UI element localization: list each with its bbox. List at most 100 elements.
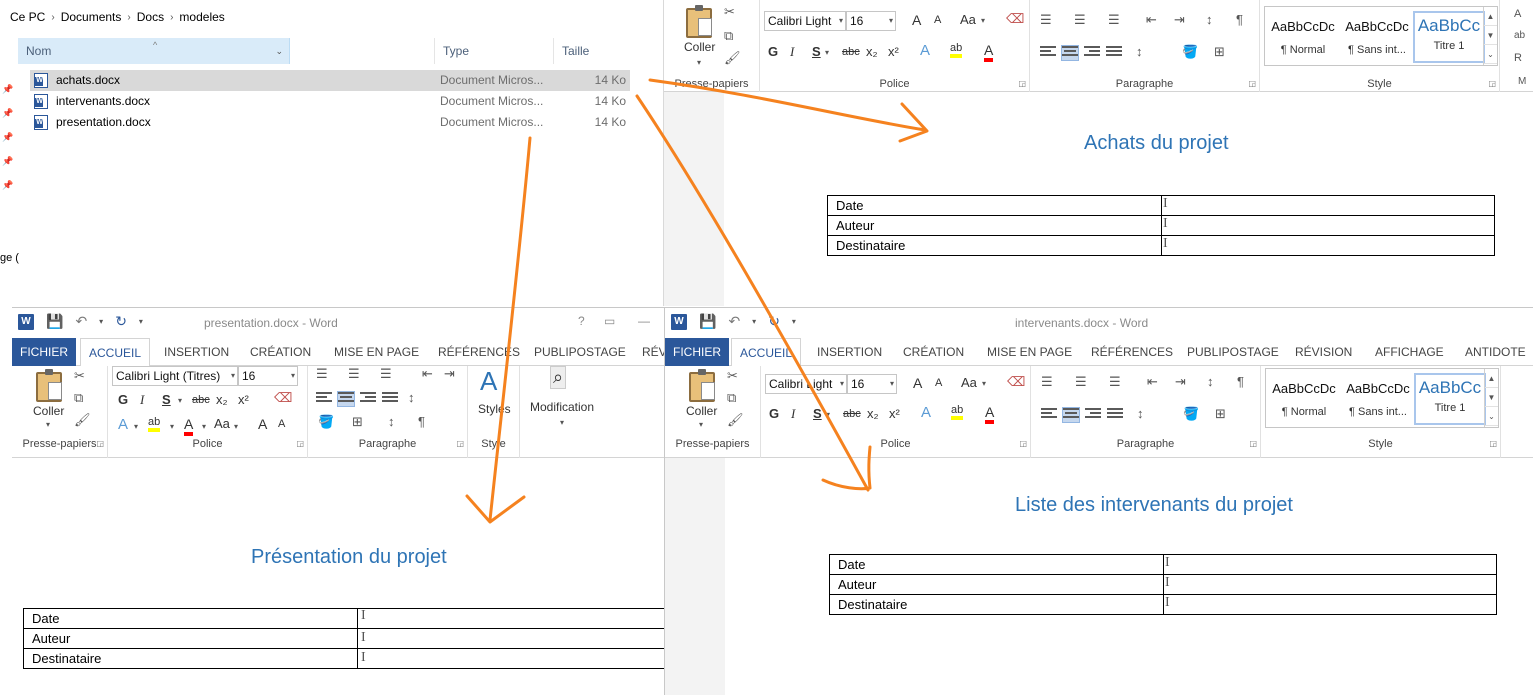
shading-icon[interactable]: 🪣 xyxy=(1182,44,1198,60)
numbering-icon[interactable]: ☰ xyxy=(348,366,360,382)
metadata-table[interactable]: Date Auteur Destinataire xyxy=(829,554,1497,615)
dialog-launcher-icon[interactable]: ◲ xyxy=(1018,79,1026,88)
sort-icon[interactable]: ↕ xyxy=(1207,374,1214,389)
table-cell[interactable]: Destinataire xyxy=(827,235,1162,256)
style-normal[interactable]: AaBbCcDc ¶ Normal xyxy=(1268,373,1340,425)
dialog-launcher-icon[interactable]: ◲ xyxy=(456,439,464,448)
increase-indent-icon[interactable]: ⇥ xyxy=(1175,374,1186,390)
tab-revision[interactable]: RÉVISION xyxy=(1287,338,1360,366)
coller-button[interactable]: Coller xyxy=(686,404,717,418)
grow-font-button[interactable]: A xyxy=(912,12,921,28)
table-cell[interactable] xyxy=(357,628,664,649)
table-cell[interactable]: Destinataire xyxy=(829,594,1164,615)
tab-publipostage[interactable]: PUBLIPOSTAGE xyxy=(526,338,634,366)
save-icon[interactable]: 💾 xyxy=(699,313,716,330)
justify-icon[interactable] xyxy=(1107,408,1123,422)
column-header-type[interactable]: Type xyxy=(434,38,554,64)
chevron-down-icon[interactable]: ▾ xyxy=(560,418,564,427)
multilevel-list-icon[interactable]: ☰ xyxy=(380,366,392,382)
customize-toolbar-icon[interactable]: ▾ xyxy=(792,317,796,326)
redo-icon[interactable]: ↻ xyxy=(115,313,127,330)
italic-button[interactable]: I xyxy=(790,44,794,60)
line-spacing-icon[interactable]: ↕ xyxy=(1136,44,1143,59)
copy-icon[interactable]: ⧉ xyxy=(74,390,83,406)
increase-indent-icon[interactable]: ⇥ xyxy=(444,366,455,382)
edit-group-partial[interactable]: A xyxy=(1514,8,1521,20)
align-right-icon[interactable] xyxy=(1085,408,1101,422)
pin-icon[interactable]: 📌 xyxy=(2,108,13,119)
text-effects-icon[interactable]: A xyxy=(118,416,128,433)
tab-publipostage[interactable]: PUBLIPOSTAGE xyxy=(1179,338,1287,366)
breadcrumb-item-ce-pc[interactable]: Ce PC xyxy=(6,10,49,24)
styles-button[interactable]: Styles xyxy=(478,402,511,416)
clear-formatting-icon[interactable]: ⌫ xyxy=(274,390,292,406)
redo-icon[interactable]: ↻ xyxy=(768,313,780,330)
table-cell[interactable] xyxy=(1161,195,1495,216)
help-button[interactable]: ? xyxy=(578,314,585,328)
font-size-combo[interactable]: 16 ▾ xyxy=(846,11,896,31)
table-cell[interactable]: Auteur xyxy=(827,215,1162,236)
align-left-icon[interactable] xyxy=(1041,408,1057,422)
highlight-icon[interactable]: ab xyxy=(951,404,964,420)
tab-affichage[interactable]: AFFICHAGE xyxy=(1367,338,1452,366)
cut-icon[interactable]: ✂ xyxy=(724,4,735,20)
grow-font-button[interactable]: A xyxy=(913,375,922,391)
chevron-down-icon[interactable]: ▾ xyxy=(234,422,238,431)
font-name-combo[interactable]: Calibri Light (Titres) ▾ xyxy=(112,366,238,386)
subscript-button[interactable]: x₂ xyxy=(867,406,879,421)
gallery-scroll[interactable]: ▲ ▼ ⌄ xyxy=(1484,369,1498,427)
decrease-indent-icon[interactable]: ⇤ xyxy=(1147,374,1158,390)
coller-button[interactable]: Coller xyxy=(33,404,64,418)
justify-icon[interactable] xyxy=(1106,46,1122,60)
edit-group-partial[interactable]: ab xyxy=(1514,30,1525,41)
increase-indent-icon[interactable]: ⇥ xyxy=(1174,12,1185,28)
chevron-down-icon[interactable]: ▾ xyxy=(825,48,829,57)
show-marks-button[interactable]: ¶ xyxy=(418,414,425,429)
document-title[interactable]: Achats du projet xyxy=(1084,132,1229,155)
binoculars-icon[interactable]: ⌕ xyxy=(550,366,567,389)
line-spacing-icon[interactable]: ↕ xyxy=(1137,406,1144,421)
dialog-launcher-icon[interactable]: ◲ xyxy=(1248,79,1256,88)
superscript-button[interactable]: x² xyxy=(238,392,249,407)
table-cell[interactable]: Date xyxy=(827,195,1162,216)
bold-button[interactable]: G xyxy=(769,406,779,421)
sort-icon[interactable]: ↕ xyxy=(1206,12,1213,27)
align-center-icon[interactable] xyxy=(1062,407,1080,423)
font-name-combo[interactable]: Calibri Light ▾ xyxy=(764,11,846,31)
highlight-icon[interactable]: ab xyxy=(148,416,161,432)
shrink-font-button[interactable]: A xyxy=(934,14,941,26)
chevron-down-icon[interactable]: ▾ xyxy=(981,16,985,25)
table-cell[interactable]: Auteur xyxy=(829,574,1164,595)
paste-icon[interactable] xyxy=(36,369,62,402)
change-case-button[interactable]: Aa xyxy=(214,416,230,431)
dialog-launcher-icon[interactable]: ◲ xyxy=(1019,439,1027,448)
breadcrumb-item-documents[interactable]: Documents xyxy=(57,10,126,24)
dialog-launcher-icon[interactable]: ◲ xyxy=(1249,439,1257,448)
sort-icon[interactable]: ↕ xyxy=(388,414,395,429)
bold-button[interactable]: G xyxy=(768,44,778,59)
breadcrumb-item-docs[interactable]: Docs xyxy=(133,10,168,24)
gallery-scroll[interactable]: ▲ ▼ ⌄ xyxy=(1483,7,1497,65)
tab-references[interactable]: RÉFÉRENCES xyxy=(430,338,528,366)
chevron-down-icon[interactable]: ▾ xyxy=(134,422,138,431)
strikethrough-button[interactable]: abc xyxy=(842,46,860,58)
copy-icon[interactable]: ⧉ xyxy=(724,28,733,44)
font-color-icon[interactable]: A xyxy=(984,42,994,62)
pin-icon[interactable]: 📌 xyxy=(2,156,13,167)
cut-icon[interactable]: ✂ xyxy=(727,368,738,384)
cut-icon[interactable]: ✂ xyxy=(74,368,85,384)
column-header-size[interactable]: Taille xyxy=(553,38,633,64)
italic-button[interactable]: I xyxy=(791,406,795,422)
chevron-down-icon[interactable]: ▾ xyxy=(178,396,182,405)
multilevel-list-icon[interactable]: ☰ xyxy=(1109,374,1121,390)
minimize-button[interactable]: — xyxy=(638,314,650,328)
chevron-down-icon[interactable]: ▾ xyxy=(46,420,50,429)
dialog-launcher-icon[interactable]: ◲ xyxy=(296,439,304,448)
numbering-icon[interactable]: ☰ xyxy=(1074,12,1086,28)
shrink-font-button[interactable]: A xyxy=(935,377,942,389)
breadcrumb-item-modeles[interactable]: modeles xyxy=(175,10,228,24)
file-row-achats[interactable]: W achats.docx Document Micros... 14 Ko xyxy=(30,70,630,91)
chevron-down-icon[interactable]: ▾ xyxy=(699,420,703,429)
table-cell[interactable]: Date xyxy=(23,608,358,629)
styles-icon[interactable]: A xyxy=(480,366,497,397)
